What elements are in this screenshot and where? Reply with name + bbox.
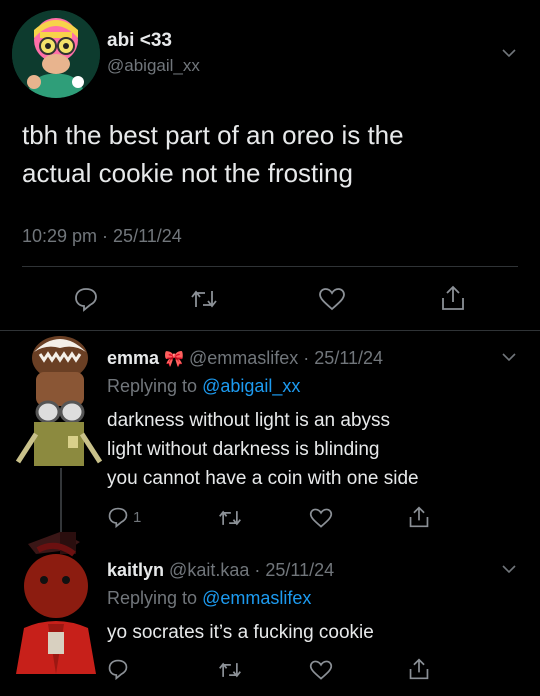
reply-action[interactable]: 1 [107,506,141,528]
like-icon[interactable] [309,659,333,681]
replying-prefix: Replying to [107,376,198,396]
reply-icon[interactable] [73,286,99,312]
replying-to: Replying to @abigail_xx [107,376,300,397]
replying-prefix: Replying to [107,588,198,608]
replying-to: Replying to @emmaslifex [107,588,311,609]
avatar-abi[interactable] [12,10,100,98]
chevron-down-icon[interactable] [500,348,518,366]
replying-to-link[interactable]: @emmaslifex [202,588,311,608]
avatar-kaitlyn[interactable] [8,524,104,674]
retweet-icon[interactable] [218,507,242,529]
avatar-image [12,10,100,98]
main-display-name[interactable]: abi <33 [107,30,172,52]
retweet-icon[interactable] [190,287,218,311]
like-icon[interactable] [309,507,333,529]
share-icon[interactable] [408,656,430,682]
main-tweet-text-line-2: actual cookie not the frosting [22,158,353,188]
main-handle[interactable]: @abigail_xx [107,56,200,76]
main-timestamp[interactable]: 10:29 pm · 25/11/24 [22,226,182,247]
reply-date: · 25/11/24 [254,560,335,580]
avatar-image [15,336,103,466]
main-tweet-text-line-1: tbh the best part of an oreo is the [22,120,404,150]
like-icon[interactable] [318,287,346,311]
reply-text-line-3: you cannot have a coin with one side [107,468,419,489]
avatar-image [16,532,96,674]
share-icon[interactable] [408,504,430,530]
reply-text-line-1: darkness without light is an abyss [107,410,391,431]
bow-emoji: 🎀 [164,351,184,368]
reply-header: emma 🎀 @emmaslifex · 25/11/24 [107,348,383,369]
chevron-down-icon[interactable] [500,560,518,578]
reply-date: · 25/11/24 [303,348,384,368]
reply-text-line-2: light without darkness is blinding [107,439,380,460]
reply-display-name[interactable]: kaitlyn [107,560,164,580]
reply-header: kaitlyn @kait.kaa · 25/11/24 [107,560,334,581]
retweet-icon[interactable] [218,659,242,681]
replying-to-link[interactable]: @abigail_xx [202,376,300,396]
reply-icon[interactable] [107,658,129,680]
reply-count: 1 [133,508,142,526]
reply-display-name[interactable]: emma [107,348,159,368]
chevron-down-icon[interactable] [500,44,518,62]
reply-handle[interactable]: @kait.kaa [169,560,249,580]
share-icon[interactable] [440,284,466,312]
reply-icon[interactable] [107,506,129,528]
divider [22,266,518,267]
reply-text-line-1: yo socrates it’s a fucking cookie [107,622,374,643]
reply-handle[interactable]: @emmaslifex [189,348,298,368]
avatar-emma[interactable] [12,330,104,470]
